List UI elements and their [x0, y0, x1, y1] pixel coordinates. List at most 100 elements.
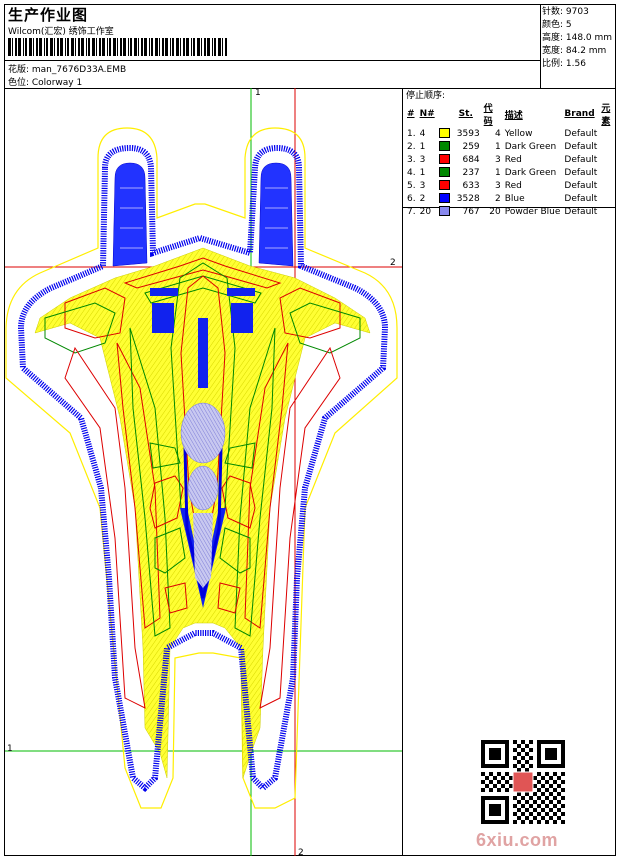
stitch-count: 633: [462, 180, 480, 191]
row-stitches: 767: [437, 205, 482, 218]
stitch-count: 767: [462, 206, 480, 217]
center-stripe: [198, 318, 208, 388]
row-code: 1: [494, 141, 501, 152]
row-element: [599, 179, 620, 192]
sequence-row: 1. 4 3593 4 Yellow Default: [405, 127, 620, 140]
marker-red-bottom: 2: [298, 848, 304, 858]
color-swatch: [438, 180, 450, 191]
row-description: Red: [504, 154, 522, 165]
row-element: [599, 153, 620, 166]
sequence-header-row: # N# St. 代码 描述 Brand 元素: [405, 101, 620, 127]
stitch-count: 259: [462, 141, 480, 152]
row-index: 6.: [407, 193, 416, 204]
color-swatch: [438, 206, 450, 217]
row-brand: Default: [564, 128, 598, 139]
row-stitches: 237: [437, 166, 482, 179]
row-brand: Default: [564, 180, 598, 191]
row-index: 2.: [407, 141, 416, 152]
row-brand: Default: [564, 154, 598, 165]
row-description: Dark Green: [504, 141, 557, 152]
row-description: Powder Blue: [504, 206, 561, 217]
row-code: 4: [494, 128, 501, 139]
row-code: 20: [489, 206, 501, 217]
row-code: 1: [494, 167, 501, 178]
sequence-row: 6. 2 3528 2 Blue Default: [405, 192, 620, 205]
stat-scale: 比例: 1.56: [542, 59, 586, 69]
row-brand: Default: [564, 193, 598, 204]
lower-oval: [187, 465, 219, 511]
row-element: [599, 166, 620, 179]
row-description: Blue: [504, 193, 525, 204]
page-title: 生产作业图: [8, 6, 89, 24]
color-swatch: [438, 141, 450, 152]
stitch-count: 237: [462, 167, 480, 178]
col-description: 描述: [504, 110, 523, 121]
row-stitches: 3528: [437, 192, 482, 205]
col-index: #: [407, 109, 415, 119]
sequence-row: 2. 1 259 1 Dark Green Default: [405, 140, 620, 153]
company-name: Wilcom(汇宏) 绣饰工作室: [8, 27, 114, 37]
watermark-site: 6xiu.com: [476, 830, 559, 850]
row-brand: Default: [564, 206, 598, 217]
col-code: 代码: [483, 104, 493, 127]
row-stitches: 633: [437, 179, 482, 192]
color-swatch: [438, 167, 450, 178]
qr-code: [481, 740, 565, 824]
right-eye-bar: [227, 288, 255, 296]
design-file: 花版: man_7676D33A.EMB: [8, 65, 127, 75]
sequence-row: 5. 3 633 3 Red Default: [405, 179, 620, 192]
row-element: [599, 127, 620, 140]
sequence-table: # N# St. 代码 描述 Brand 元素 1. 4 3593 4 Yellow De…: [405, 101, 620, 218]
stat-colors: 颜色: 5: [542, 20, 572, 30]
row-stitches: 684: [437, 153, 482, 166]
row-index: 1.: [407, 128, 416, 139]
row-index: 5.: [407, 180, 416, 191]
row-needle: 1: [419, 167, 426, 178]
barcode: [8, 38, 227, 56]
left-tip-fill: [112, 162, 148, 267]
right-eye: [231, 303, 253, 333]
marker-green-left: 1: [7, 744, 13, 754]
sequence-row: 7. 20 767 20 Powder Blue Default: [405, 205, 620, 218]
row-description: Red: [504, 180, 522, 191]
row-stitches: 259: [437, 140, 482, 153]
colorway: 色位: Colorway 1: [8, 78, 83, 88]
upper-oval: [180, 402, 226, 464]
left-eye-bar: [150, 288, 178, 296]
row-element: [599, 140, 620, 153]
left-eye: [152, 303, 174, 333]
row-element: [599, 192, 620, 205]
sequence-title: 停止顺序:: [406, 91, 446, 101]
row-needle: 2: [419, 193, 426, 204]
sequence-row: 4. 1 237 1 Dark Green Default: [405, 166, 620, 179]
row-brand: Default: [564, 167, 598, 178]
row-code: 2: [494, 193, 501, 204]
row-description: Yellow: [504, 128, 533, 139]
row-index: 3.: [407, 154, 416, 165]
col-brand: Brand: [564, 109, 595, 119]
embroidery-preview: [5, 88, 402, 856]
row-element: [599, 205, 620, 218]
row-index: 4.: [407, 167, 416, 178]
marker-red-right: 2: [390, 258, 396, 268]
row-code: 3: [494, 180, 501, 191]
panel-divider: [402, 88, 403, 856]
color-swatch: [438, 193, 450, 204]
row-code: 3: [494, 154, 501, 165]
stats-divider: [540, 4, 541, 88]
stat-stitches: 针数: 9703: [542, 7, 589, 17]
stitch-count: 684: [462, 154, 480, 165]
color-swatch: [438, 154, 450, 165]
lower-stripe: [193, 513, 213, 588]
col-stitches: St.: [458, 109, 473, 119]
color-swatch: [438, 128, 450, 139]
col-element: 元素: [601, 104, 611, 127]
right-tip-fill: [258, 162, 294, 267]
sequence-row: 3. 3 684 3 Red Default: [405, 153, 620, 166]
header-mid-divider: [4, 60, 540, 61]
row-stitches: 3593: [437, 127, 482, 140]
row-needle: 20: [419, 206, 432, 217]
marker-green-top: 1: [255, 88, 261, 98]
stat-height: 高度: 148.0 mm: [542, 33, 613, 43]
row-brand: Default: [564, 141, 598, 152]
